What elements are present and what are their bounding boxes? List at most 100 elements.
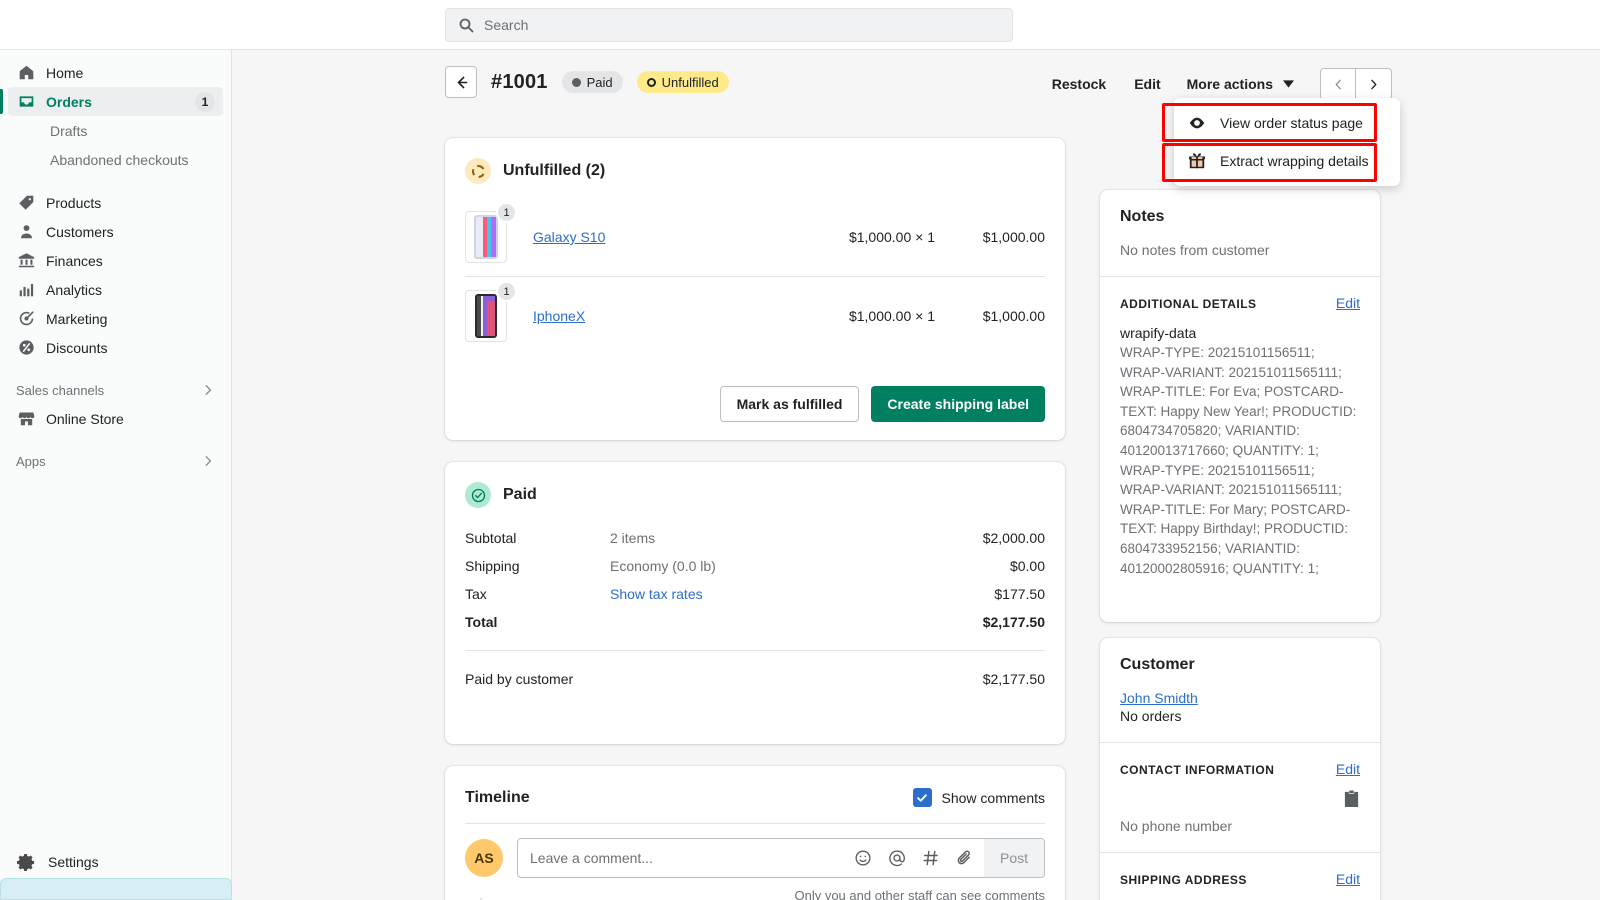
sidebar-section-sales-channels[interactable]: Sales channels [8, 376, 223, 404]
sidebar-label: Abandoned checkouts [50, 152, 215, 168]
payment-card-header: Paid [445, 462, 1065, 508]
summary-detail: 2 items [610, 530, 983, 546]
search-placeholder: Search [484, 17, 528, 33]
chevron-right-icon [201, 454, 215, 468]
summary-row: Tax Show tax rates $177.50 [445, 580, 1065, 608]
summary-row-total: Total $2,177.50 [445, 608, 1065, 636]
menu-item-view-order-status-page[interactable]: View order status page [1174, 104, 1400, 142]
edit-contact-link[interactable]: Edit [1336, 761, 1360, 777]
mark-as-fulfilled-button[interactable]: Mark as fulfilled [720, 386, 860, 422]
shipping-address-label: SHIPPING ADDRESS [1120, 873, 1336, 887]
search-input[interactable]: Search [445, 8, 1013, 42]
additional-details-header: ADDITIONAL DETAILS Edit [1120, 295, 1360, 311]
divider [465, 650, 1045, 651]
comment-toolbar [854, 849, 984, 867]
customer-card: Customer John Smidth No orders CONTACT I… [1100, 638, 1380, 900]
total-value: $2,177.50 [983, 614, 1045, 630]
main-content: #1001 Paid Unfulfilled Restock Edit More… [232, 50, 1600, 900]
more-actions-button[interactable]: More actions [1175, 70, 1306, 98]
customer-section: Customer John Smidth No orders [1100, 638, 1380, 742]
timeline-footer-note: Only you and other staff can see comment… [445, 878, 1065, 900]
person-icon [16, 222, 36, 242]
notes-empty-text: No notes from customer [1120, 242, 1360, 258]
customer-orders-text: No orders [1120, 708, 1360, 724]
summary-value: $0.00 [1010, 558, 1045, 574]
chevron-down-icon [1283, 80, 1294, 88]
sidebar-label: Products [46, 195, 215, 211]
customer-title: Customer [1120, 656, 1360, 674]
previous-order-button[interactable] [1320, 68, 1356, 100]
apps-label: Apps [16, 454, 201, 469]
sidebar-item-analytics[interactable]: Analytics [8, 275, 223, 304]
unfulfilled-status-icon [465, 158, 491, 184]
eye-icon [1188, 114, 1206, 132]
create-shipping-label-button[interactable]: Create shipping label [871, 386, 1045, 422]
product-link[interactable]: IphoneX [533, 308, 785, 324]
timeline-title: Timeline [465, 789, 913, 807]
comment-row: AS Leave a comment... [445, 824, 1065, 878]
paid-status-icon [465, 482, 491, 508]
sidebar-label: Home [46, 65, 215, 81]
sidebar-item-marketing[interactable]: Marketing [8, 304, 223, 333]
post-comment-button[interactable]: Post [984, 839, 1044, 877]
sidebar-item-drafts[interactable]: Drafts [8, 116, 223, 145]
bank-icon [16, 251, 36, 271]
back-button[interactable] [445, 66, 477, 98]
more-actions-dropdown: View order status page [1174, 98, 1400, 186]
orders-count-badge: 1 [195, 92, 215, 112]
hashtag-icon[interactable] [922, 849, 940, 867]
mention-icon[interactable] [888, 849, 906, 867]
sidebar-item-home[interactable]: Home [8, 58, 223, 87]
next-order-button[interactable] [1356, 68, 1392, 100]
product-link[interactable]: Galaxy S10 [533, 229, 785, 245]
sales-channels-label: Sales channels [16, 383, 201, 398]
comment-placeholder: Leave a comment... [530, 850, 854, 866]
show-tax-rates-link[interactable]: Show tax rates [610, 586, 994, 602]
payment-title: Paid [503, 486, 537, 504]
show-comments-toggle[interactable]: Show comments [913, 788, 1045, 807]
sidebar-item-customers[interactable]: Customers [8, 217, 223, 246]
shipping-address-header: SHIPPING ADDRESS Edit [1120, 871, 1360, 887]
sidebar-label: Drafts [50, 123, 215, 139]
fulfillment-card-header: Unfulfilled (2) [445, 138, 1065, 184]
sidebar-label: Orders [46, 94, 185, 110]
clipboard-icon[interactable] [1343, 789, 1360, 808]
edit-button[interactable]: Edit [1120, 70, 1174, 98]
total-label: Total [465, 614, 610, 630]
attachment-icon[interactable] [956, 849, 974, 867]
restock-button[interactable]: Restock [1038, 70, 1120, 98]
sidebar-item-abandoned-checkouts[interactable]: Abandoned checkouts [8, 145, 223, 174]
summary-value: $177.50 [994, 586, 1045, 602]
bottom-notification-strip[interactable] [0, 878, 232, 900]
sidebar-item-finances[interactable]: Finances [8, 246, 223, 275]
edit-additional-details-link[interactable]: Edit [1336, 295, 1360, 311]
paid-by-customer-row: Paid by customer $2,177.50 [445, 665, 1065, 693]
sidebar: Home Orders 1 Drafts Abandoned checkouts… [0, 50, 232, 900]
menu-item-extract-wrapping-details[interactable]: Extract wrapping details [1174, 142, 1400, 180]
emoji-icon[interactable] [854, 849, 872, 867]
notes-section: Notes No notes from customer [1100, 190, 1380, 276]
sidebar-label: Analytics [46, 282, 215, 298]
sidebar-item-settings[interactable]: Settings [0, 852, 232, 872]
sidebar-item-online-store[interactable]: Online Store [8, 404, 223, 433]
show-comments-checkbox[interactable] [913, 788, 932, 807]
sidebar-section-apps[interactable]: Apps [8, 447, 223, 475]
sidebar-label: Marketing [46, 311, 215, 327]
sidebar-item-products[interactable]: Products [8, 188, 223, 217]
paid-by-label: Paid by customer [465, 671, 983, 687]
phone-section: No phone number [1100, 808, 1380, 852]
contact-information-header: CONTACT INFORMATION Edit [1120, 761, 1360, 777]
edit-shipping-link[interactable]: Edit [1336, 871, 1360, 887]
sidebar-item-discounts[interactable]: Discounts [8, 333, 223, 362]
wrapify-data-key: wrapify-data [1120, 325, 1360, 341]
contact-information-section: CONTACT INFORMATION Edit [1100, 743, 1380, 783]
product-thumbnail-wrap: 1 [465, 211, 507, 263]
unit-price: $1,000.00 × 1 [785, 308, 935, 324]
line-total: $1,000.00 [935, 308, 1045, 324]
customer-name-link[interactable]: John Smidth [1120, 690, 1360, 706]
sidebar-label: Online Store [46, 411, 215, 427]
page-title: #1001 [491, 71, 548, 94]
summary-label: Subtotal [465, 530, 610, 546]
comment-input[interactable]: Leave a comment... [517, 838, 1045, 878]
sidebar-item-orders[interactable]: Orders 1 [8, 87, 223, 116]
